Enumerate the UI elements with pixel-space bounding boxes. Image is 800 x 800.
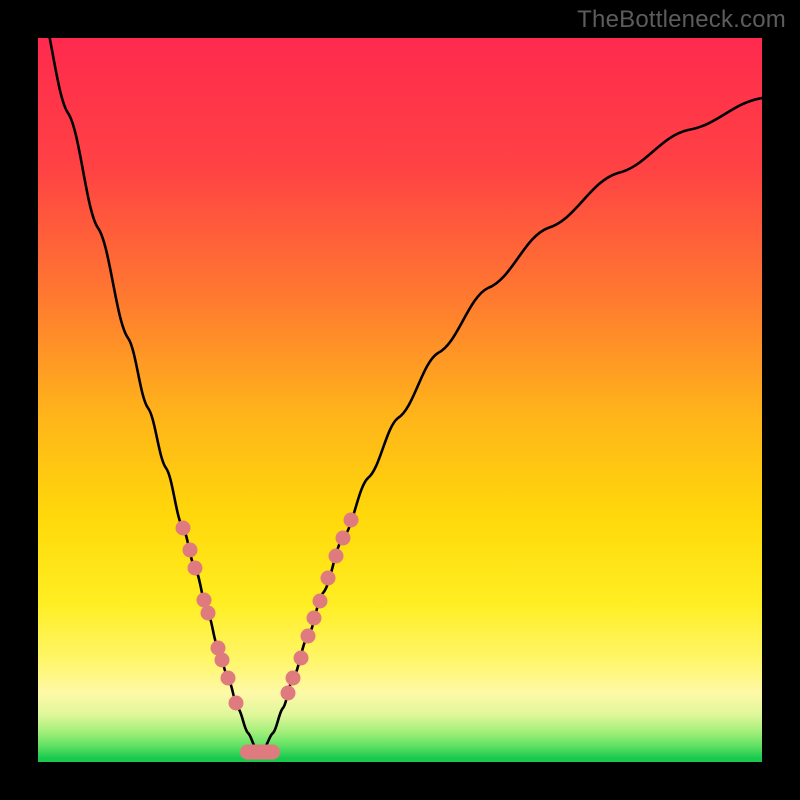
marker-dot: [307, 611, 322, 626]
curve-svg: [38, 38, 762, 762]
marker-dot: [336, 531, 351, 546]
marker-dot: [201, 606, 216, 621]
marker-dot: [286, 671, 301, 686]
marker-bottom-pill: [240, 745, 280, 760]
bottleneck-curve: [38, 38, 762, 753]
marker-dot: [321, 571, 336, 586]
marker-dot: [221, 671, 236, 686]
marker-dot: [281, 686, 296, 701]
marker-dot: [188, 561, 203, 576]
marker-dot: [294, 651, 309, 666]
outer-frame: TheBottleneck.com: [0, 0, 800, 800]
marker-dot: [229, 696, 244, 711]
marker-dot: [329, 549, 344, 564]
watermark-text: TheBottleneck.com: [577, 6, 786, 34]
marker-dot: [215, 653, 230, 668]
marker-dot: [301, 629, 316, 644]
marker-dot: [183, 543, 198, 558]
plot-area: [38, 38, 762, 762]
marker-dot: [313, 594, 328, 609]
marker-dot: [344, 513, 359, 528]
marker-dot: [176, 521, 191, 536]
